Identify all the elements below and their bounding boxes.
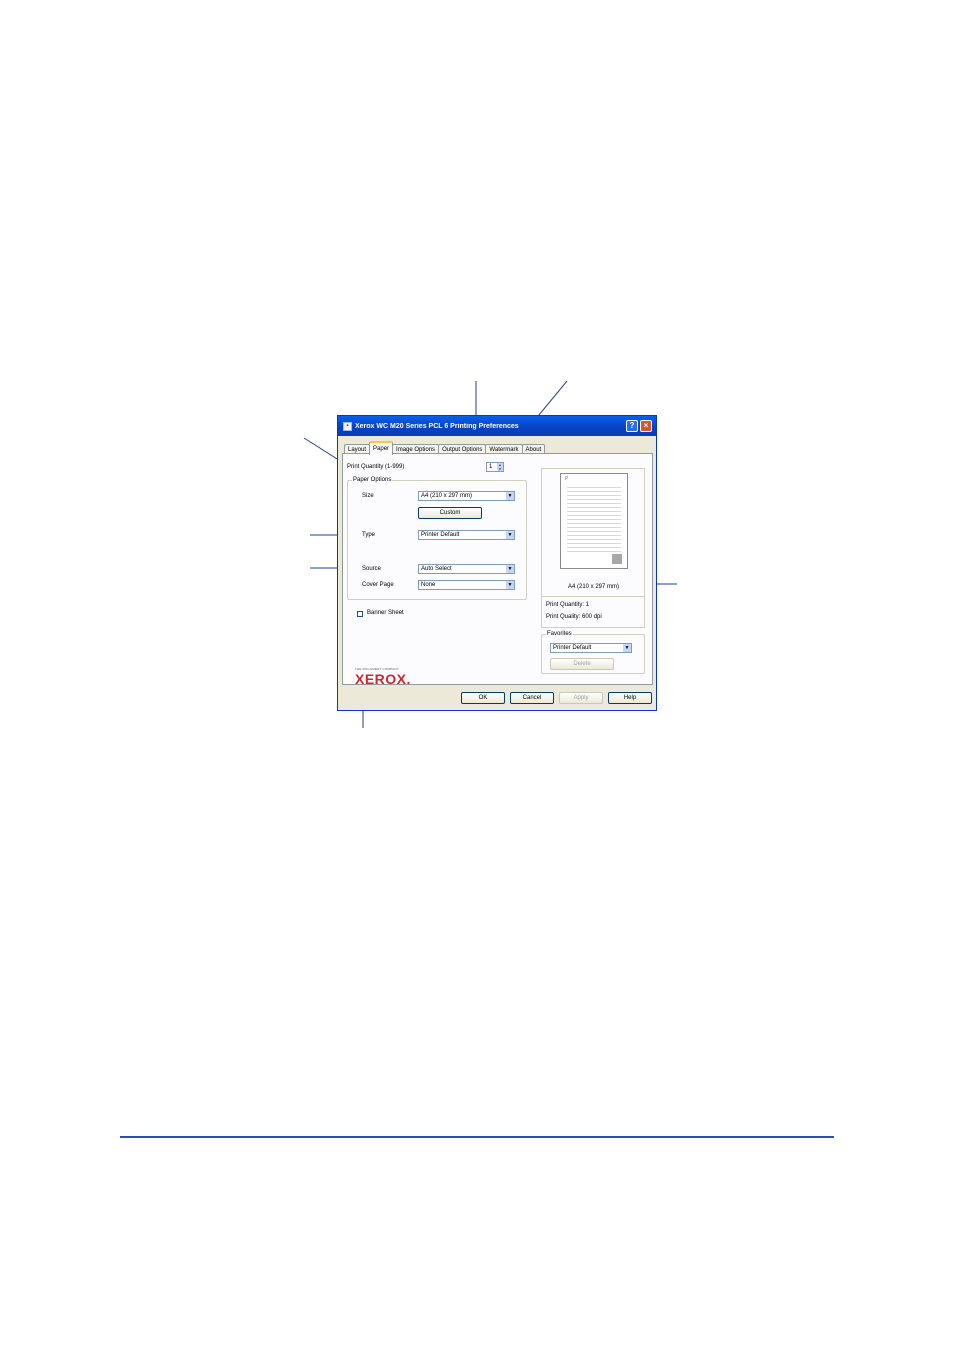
printing-preferences-dialog: ▪ Xerox WC M20 Series PCL 6 Printing Pre… (337, 415, 657, 711)
title-bar[interactable]: ▪ Xerox WC M20 Series PCL 6 Printing Pre… (338, 416, 656, 436)
size-select[interactable]: A4 (210 x 297 mm) ▼ (418, 491, 515, 501)
paper-options-title: Paper Options (352, 477, 393, 483)
chevron-down-icon[interactable]: ▼ (623, 644, 631, 652)
page-text-lines (567, 484, 621, 552)
paper-tab-panel: Print Quantity (1-999) 1 ▲ ▼ Paper Option… (342, 453, 653, 687)
delete-favorite-button[interactable]: Delete (550, 658, 614, 670)
cover-page-select[interactable]: None ▼ (418, 580, 515, 590)
window-title: Xerox WC M20 Series PCL 6 Printing Prefe… (355, 422, 519, 430)
footer-rule (120, 1136, 834, 1138)
preview-page-size: A4 (210 x 297 mm) (568, 584, 620, 590)
page-preview: P (560, 473, 628, 569)
favorites-title: Favorites (546, 631, 573, 637)
preview-divider (542, 596, 644, 597)
cover-page-label: Cover Page (362, 582, 394, 588)
preview-print-quantity: Print Quantity: 1 (546, 602, 590, 608)
xerox-logo: XEROX. (355, 671, 411, 687)
print-quantity-label: Print Quantity (1-999) (347, 464, 405, 470)
paper-options-group: Paper Options Size A4 (210 x 297 mm) ▼ Cu… (347, 477, 527, 600)
page-preview-panel: P A4 (210 x 297 mm) Print Quantity: 1 Pr… (541, 468, 645, 628)
tab-paper[interactable]: Paper (369, 441, 394, 455)
page-glyph: P (565, 476, 569, 482)
custom-button[interactable]: Custom (418, 507, 482, 519)
source-label: Source (362, 566, 382, 572)
print-quantity-value: 1 (489, 464, 493, 470)
printer-icon: ▪ (343, 421, 352, 431)
cancel-button[interactable]: Cancel (510, 692, 554, 704)
help-button[interactable]: Help (608, 692, 652, 704)
spin-arrows-icon[interactable]: ▲ ▼ (497, 463, 503, 471)
print-quantity-stepper[interactable]: 1 ▲ ▼ (486, 462, 504, 472)
favorites-group: Favorites Printer Default ▼ Delete (541, 631, 645, 674)
close-button[interactable]: × (640, 420, 652, 432)
banner-sheet-label: Banner Sheet (367, 610, 404, 616)
title-help-button[interactable]: ? (626, 420, 638, 432)
chevron-down-icon[interactable]: ▼ (506, 565, 514, 573)
favorites-select[interactable]: Printer Default ▼ (550, 643, 632, 653)
type-label: Type (362, 532, 376, 538)
page-image-mark (612, 554, 622, 564)
preview-print-quality: Print Quality: 600 dpi (546, 614, 602, 620)
chevron-down-icon[interactable]: ▼ (506, 531, 514, 539)
ok-button[interactable]: OK (461, 692, 505, 704)
banner-sheet-checkbox[interactable] (357, 611, 363, 617)
chevron-down-icon[interactable]: ▼ (506, 581, 514, 589)
chevron-down-icon[interactable]: ▼ (506, 492, 514, 500)
source-select[interactable]: Auto Select ▼ (418, 564, 515, 574)
size-label: Size (362, 493, 374, 499)
type-select[interactable]: Printer Default ▼ (418, 530, 515, 540)
apply-button[interactable]: Apply (559, 692, 603, 704)
